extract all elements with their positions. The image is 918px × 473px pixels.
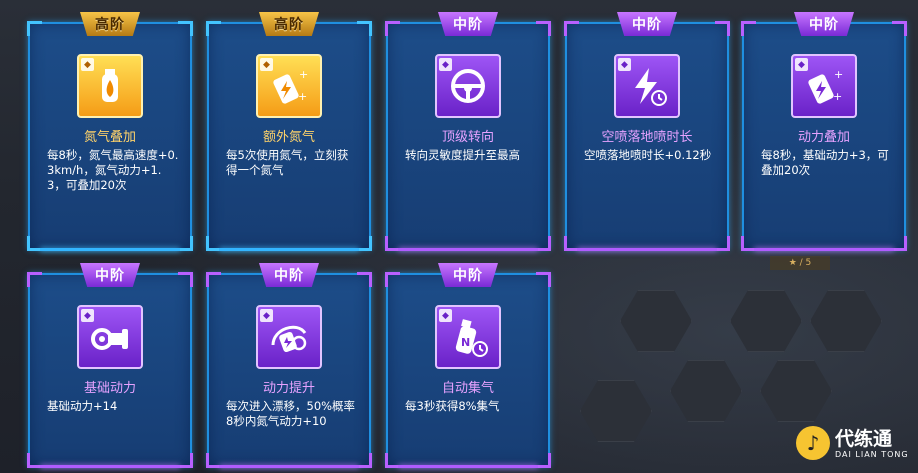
skill-name: 顶级转向	[441, 130, 494, 145]
skill-card-power-stack[interactable]: 中阶 ◆ + + 动力叠加 每8秒，基础动力+3，可叠加20次	[741, 12, 907, 251]
tier-badge: 中阶	[259, 263, 319, 287]
steering-wheel-icon: ◆	[435, 54, 501, 118]
skill-description: 空喷落地喷时长+0.12秒	[584, 148, 712, 162]
lightning-clock-icon: ◆	[614, 54, 680, 118]
watermark-logo: ♪ 代练通 DAI LIAN TONG	[796, 418, 914, 468]
background-hex-tile	[620, 290, 692, 352]
skill-card-power-boost[interactable]: 中阶 ◆ 动力提升 每次进入漂移，50%概率8秒内氮气动力+10	[206, 263, 372, 468]
svg-text:N: N	[461, 336, 470, 349]
logo-mark-icon: ♪	[796, 426, 830, 460]
skill-name: 空喷落地喷时长	[601, 130, 693, 145]
skill-card-extra-nitro[interactable]: 高阶 ◆ + + 额外氮气 每5次使用氮气，立刻获得一个氮气	[206, 12, 372, 251]
tier-badge: 高阶	[80, 12, 140, 36]
tier-badge: 中阶	[80, 263, 140, 287]
svg-text:+: +	[834, 68, 843, 81]
skill-card-auto-charge[interactable]: 中阶 ◆ N 自动集气 每3秒获得8%集气	[385, 263, 551, 468]
nitro-bottle-flame-icon: ◆	[77, 54, 143, 118]
background-hex-tile	[810, 290, 882, 352]
logo-en-text: DAI LIAN TONG	[835, 449, 909, 459]
skill-card-nitro-stack[interactable]: 高阶 ◆ 氮气叠加 每8秒，氮气最高速度+0.3km/h，氮气动力+1.3，可叠…	[27, 12, 193, 251]
skill-description: 每次进入漂移，50%概率8秒内氮气动力+10	[226, 399, 356, 428]
skill-description: 每5次使用氮气，立刻获得一个氮气	[226, 148, 349, 177]
svg-text:+: +	[833, 90, 842, 103]
drift-boost-icon: ◆	[256, 305, 322, 369]
nitro-bottle-clock-icon: ◆ N	[435, 305, 501, 369]
skill-name: 基础动力	[83, 381, 136, 396]
skill-description: 每8秒，基础动力+3，可叠加20次	[761, 148, 889, 177]
engine-icon: ◆	[77, 305, 143, 369]
background-hex-tile	[760, 360, 832, 422]
tier-badge: 中阶	[438, 263, 498, 287]
background-star-strip: ★ / 5	[770, 256, 830, 270]
svg-text:+: +	[298, 90, 307, 103]
nitro-canister-plus-icon: ◆ + +	[256, 54, 322, 118]
battery-canister-plus-icon: ◆ + +	[791, 54, 857, 118]
background-hex-tile	[730, 290, 802, 352]
skill-name: 额外氮气	[262, 130, 315, 145]
tier-badge: 中阶	[794, 12, 854, 36]
skill-name: 自动集气	[441, 381, 494, 396]
tier-badge: 中阶	[438, 12, 498, 36]
skill-description: 每3秒获得8%集气	[405, 399, 500, 413]
skill-card-air-nitro-duration[interactable]: 中阶 ◆ 空喷落地喷时长 空喷落地喷时长+0.12秒	[564, 12, 730, 251]
skill-description: 每8秒，氮气最高速度+0.3km/h，氮气动力+1.3，可叠加20次	[47, 148, 179, 192]
skill-description: 基础动力+14	[47, 399, 118, 413]
skill-description: 转向灵敏度提升至最高	[405, 148, 520, 162]
tier-badge: 中阶	[617, 12, 677, 36]
skill-card-top-steering[interactable]: 中阶 ◆ 顶级转向 转向灵敏度提升至最高	[385, 12, 551, 251]
svg-text:+: +	[299, 68, 308, 81]
logo-cn-text: 代练通	[835, 427, 893, 450]
background-hex-tile	[580, 380, 652, 442]
background-hex-tile	[670, 360, 742, 422]
tier-badge: 高阶	[259, 12, 319, 36]
skill-card-base-power[interactable]: 中阶 ◆ 基础动力 基础动力+14	[27, 263, 193, 468]
skill-name: 氮气叠加	[83, 130, 136, 145]
skill-name: 动力提升	[262, 381, 315, 396]
skill-name: 动力叠加	[797, 130, 850, 145]
